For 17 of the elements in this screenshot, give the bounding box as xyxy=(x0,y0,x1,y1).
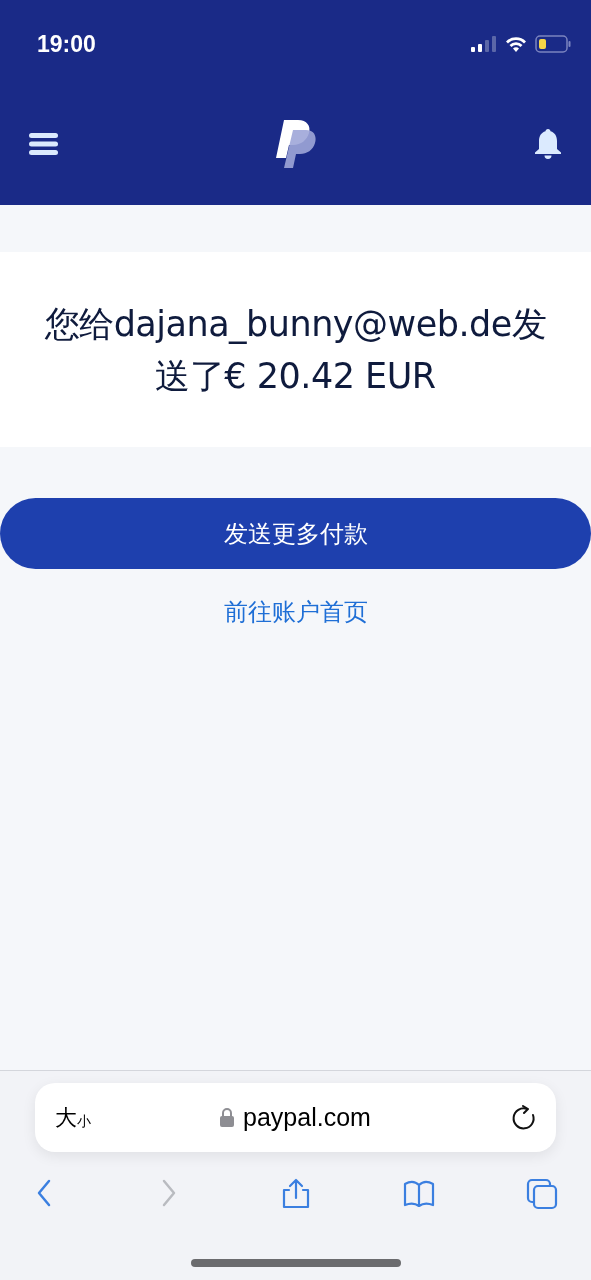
payment-sent-message: 您给dajana_bunny@web.de发送了€ 20.42 EUR xyxy=(43,302,548,398)
tabs-icon[interactable] xyxy=(526,1178,558,1210)
wifi-icon xyxy=(505,36,527,52)
signal-icon xyxy=(471,36,497,52)
reload-icon[interactable] xyxy=(512,1104,536,1131)
status-time: 19:00 xyxy=(37,29,96,59)
text-size-button[interactable]: 大小 xyxy=(55,1101,115,1134)
address-bar[interactable]: 大小 paypal.com xyxy=(35,1083,556,1152)
logo-icon xyxy=(276,119,316,168)
notification-bell-icon[interactable] xyxy=(534,127,562,160)
menu-icon[interactable] xyxy=(29,132,58,155)
account-home-link[interactable]: 前往账户首页 xyxy=(223,594,368,630)
send-more-button[interactable]: 发送更多付款 xyxy=(0,498,591,569)
url-text: paypal.com xyxy=(243,1101,371,1133)
battery-icon xyxy=(535,35,571,53)
lock-icon xyxy=(220,1108,235,1127)
book-icon[interactable] xyxy=(402,1178,435,1210)
